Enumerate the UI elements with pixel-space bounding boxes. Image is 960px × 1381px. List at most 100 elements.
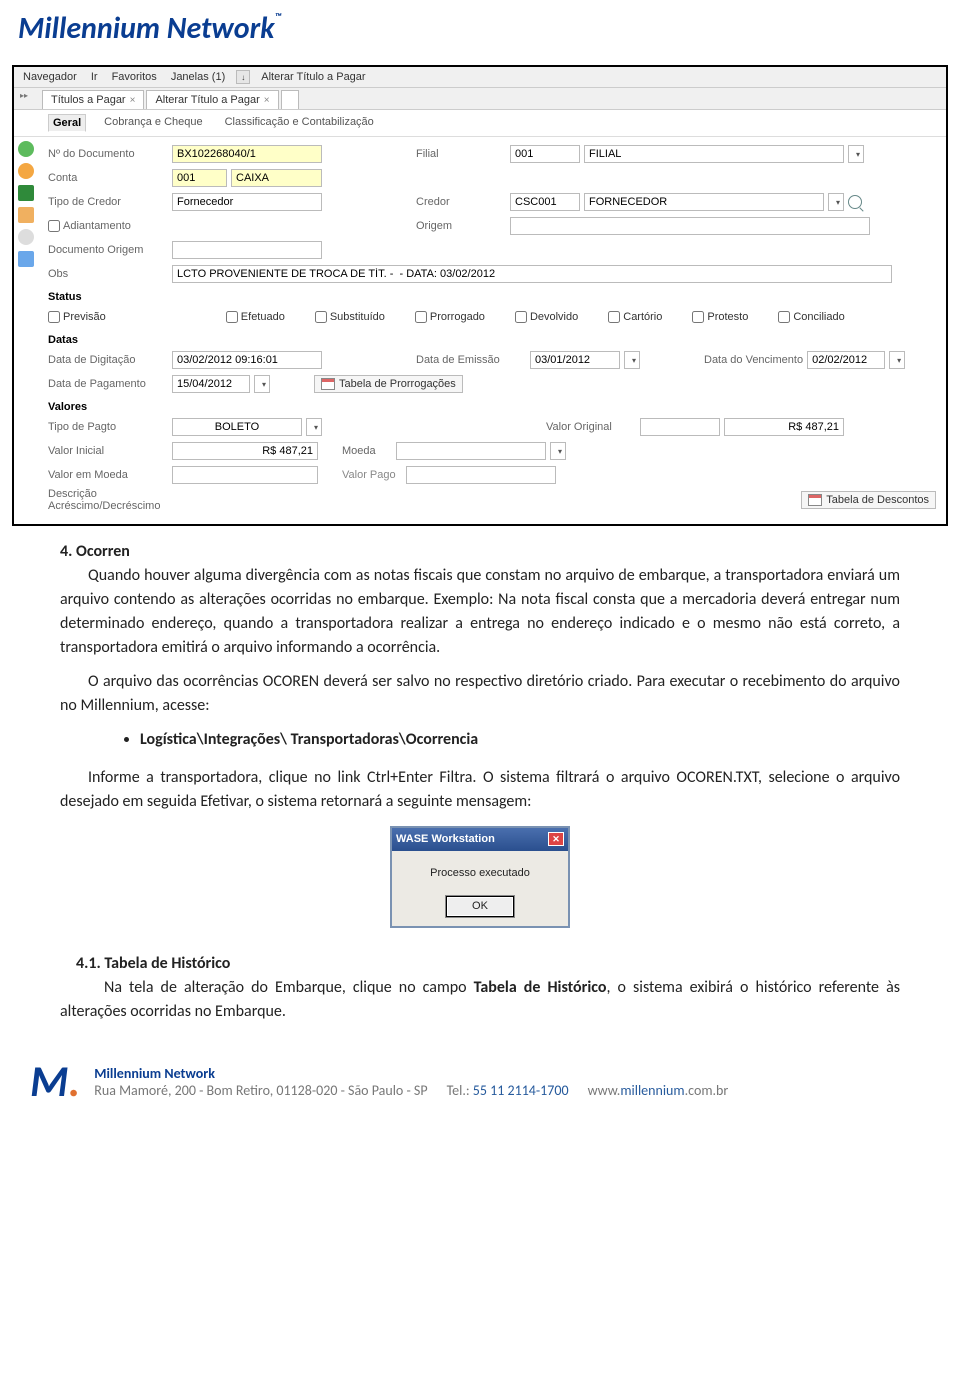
tipo-credor-label: Tipo de Credor bbox=[48, 196, 168, 208]
form-sub-tabs: Geral Cobrança e Cheque Classificação e … bbox=[14, 110, 946, 137]
valor-pago-input[interactable] bbox=[406, 466, 556, 484]
data-emiss-label: Data de Emissão bbox=[416, 354, 526, 366]
filial-dropdown[interactable] bbox=[848, 145, 864, 163]
adiant-label: Adiantamento bbox=[63, 220, 131, 232]
chk-cartorio[interactable]: Cartório bbox=[608, 311, 662, 323]
subtab-classificacao[interactable]: Classificação e Contabilização bbox=[221, 114, 378, 132]
close-icon[interactable]: × bbox=[264, 95, 270, 106]
footer-domain: millennium bbox=[620, 1082, 684, 1099]
tabela-prorrogacoes-button[interactable]: Tabela de Prorrogações bbox=[314, 375, 463, 393]
search-icon[interactable] bbox=[848, 195, 862, 209]
origem-input[interactable] bbox=[510, 217, 870, 235]
chk-conciliado[interactable]: Conciliado bbox=[778, 311, 844, 323]
home-icon[interactable] bbox=[18, 207, 34, 223]
mail-icon[interactable] bbox=[18, 251, 34, 267]
menu-dropdown-icon[interactable]: ↓ bbox=[236, 70, 250, 84]
conta-code-input[interactable] bbox=[172, 169, 227, 187]
chk-protesto[interactable]: Protesto bbox=[692, 311, 748, 323]
menu-ir[interactable]: Ir bbox=[88, 70, 101, 84]
subtab-geral[interactable]: Geral bbox=[48, 114, 86, 132]
data-pag-dropdown[interactable] bbox=[254, 375, 270, 393]
data-venc-dropdown[interactable] bbox=[889, 351, 905, 369]
excel-icon[interactable] bbox=[18, 185, 34, 201]
tabela-descontos-button[interactable]: Tabela de Descontos bbox=[801, 491, 936, 509]
data-emiss-dropdown[interactable] bbox=[624, 351, 640, 369]
forward-icon[interactable] bbox=[18, 163, 34, 179]
btn-label: Tabela de Descontos bbox=[826, 494, 929, 506]
footer-tel: 55 11 2114-1700 bbox=[473, 1082, 569, 1099]
back-icon[interactable] bbox=[18, 141, 34, 157]
filial-name-input[interactable] bbox=[584, 145, 844, 163]
credor-code-input[interactable] bbox=[510, 193, 580, 211]
dialog-titlebar: WASE Workstation ✕ bbox=[392, 828, 568, 851]
menu-janelas[interactable]: Janelas (1) bbox=[168, 70, 228, 84]
valor-moeda-input[interactable] bbox=[172, 466, 318, 484]
footer-logo-icon: M. bbox=[30, 1064, 80, 1099]
chk-devolvido[interactable]: Devolvido bbox=[515, 311, 578, 323]
menu-navegador[interactable]: Navegador bbox=[20, 70, 80, 84]
chk-label: Conciliado bbox=[793, 311, 844, 323]
valor-inicial-input[interactable] bbox=[172, 442, 318, 460]
sidebar-icons bbox=[18, 137, 42, 267]
section-4-1-heading: 4.1. Tabela de Histórico bbox=[76, 952, 900, 976]
document-tabs: Títulos a Pagar × Alterar Título a Pagar× bbox=[14, 88, 946, 110]
paragraph: O arquivo das ocorrências OCOREN deverá … bbox=[60, 670, 900, 718]
doc-origem-input[interactable] bbox=[172, 241, 322, 259]
blank-icon[interactable] bbox=[18, 229, 34, 245]
tab-titulos-pagar[interactable]: Títulos a Pagar × bbox=[42, 90, 144, 109]
tipo-credor-input[interactable] bbox=[172, 193, 322, 211]
chk-label: Cartório bbox=[623, 311, 662, 323]
data-venc-label: Data do Vencimento bbox=[704, 354, 803, 366]
page-footer: M. Millennium Network Rua Mamoré, 200 - … bbox=[0, 1034, 960, 1113]
ok-button[interactable]: OK bbox=[445, 895, 515, 918]
conta-name-input[interactable] bbox=[231, 169, 322, 187]
tab-overflow-icon[interactable]: ▸▸ bbox=[20, 91, 28, 100]
valor-inicial-label: Valor Inicial bbox=[48, 445, 168, 457]
tab-label: Títulos a Pagar bbox=[51, 94, 126, 106]
list-item: Logística\Integrações\ Transportadoras\O… bbox=[140, 728, 900, 752]
section-4-heading: 4. Ocorren bbox=[60, 540, 900, 564]
text-bold: Tabela de Histórico bbox=[474, 978, 607, 997]
num-doc-input[interactable] bbox=[172, 145, 322, 163]
moeda-input[interactable] bbox=[396, 442, 546, 460]
footer-address: Rua Mamoré, 200 - Bom Retiro, 01128-020 … bbox=[94, 1082, 427, 1099]
close-icon[interactable]: × bbox=[130, 95, 136, 106]
data-pag-input[interactable] bbox=[172, 375, 250, 393]
data-digit-label: Data de Digitação bbox=[48, 354, 168, 366]
tab-alterar-titulo[interactable]: Alterar Título a Pagar× bbox=[146, 90, 278, 109]
chk-efetuado[interactable]: Efetuado bbox=[226, 311, 285, 323]
data-digit-input[interactable] bbox=[172, 351, 322, 369]
paragraph: Na tela de alteração do Embarque, clique… bbox=[60, 976, 900, 1024]
obs-input[interactable] bbox=[172, 265, 892, 283]
moeda-dropdown[interactable] bbox=[550, 442, 566, 460]
data-venc-input[interactable] bbox=[807, 351, 885, 369]
status-heading: Status bbox=[48, 291, 936, 303]
adiantamento-checkbox[interactable]: Adiantamento bbox=[48, 220, 168, 232]
valor-orig-blank[interactable] bbox=[640, 418, 720, 436]
calendar-icon bbox=[808, 494, 822, 506]
brand-logo: Millennium Network™ bbox=[18, 10, 942, 47]
subtab-cobranca[interactable]: Cobrança e Cheque bbox=[100, 114, 206, 132]
tipo-pagto-dropdown[interactable] bbox=[306, 418, 322, 436]
chk-label: Efetuado bbox=[241, 311, 285, 323]
footer-line2: Rua Mamoré, 200 - Bom Retiro, 01128-020 … bbox=[94, 1082, 920, 1099]
credor-name-input[interactable] bbox=[584, 193, 824, 211]
doc-origem-label: Documento Origem bbox=[48, 244, 168, 256]
descr-acrescimo-label: Descrição Acréscimo/Decréscimo bbox=[48, 488, 168, 512]
chk-substituido[interactable]: Substituído bbox=[315, 311, 385, 323]
credor-dropdown[interactable] bbox=[828, 193, 844, 211]
footer-tld: .com.br bbox=[685, 1082, 729, 1099]
menu-alterar[interactable]: Alterar Título a Pagar bbox=[258, 70, 368, 84]
tipo-pagto-input[interactable] bbox=[172, 418, 302, 436]
chk-previsao[interactable]: Previsão bbox=[48, 311, 106, 323]
filial-code-input[interactable] bbox=[510, 145, 580, 163]
valor-orig-input[interactable] bbox=[724, 418, 844, 436]
document-body: 4. Ocorren Quando houver alguma divergên… bbox=[0, 526, 960, 1024]
valor-orig-label: Valor Original bbox=[546, 421, 636, 433]
footer-tel-label: Tel.: bbox=[447, 1082, 473, 1099]
data-emiss-input[interactable] bbox=[530, 351, 620, 369]
menu-favoritos[interactable]: Favoritos bbox=[109, 70, 160, 84]
close-icon[interactable]: ✕ bbox=[548, 832, 564, 846]
tab-new[interactable] bbox=[281, 90, 299, 109]
chk-prorrogado[interactable]: Prorrogado bbox=[415, 311, 485, 323]
